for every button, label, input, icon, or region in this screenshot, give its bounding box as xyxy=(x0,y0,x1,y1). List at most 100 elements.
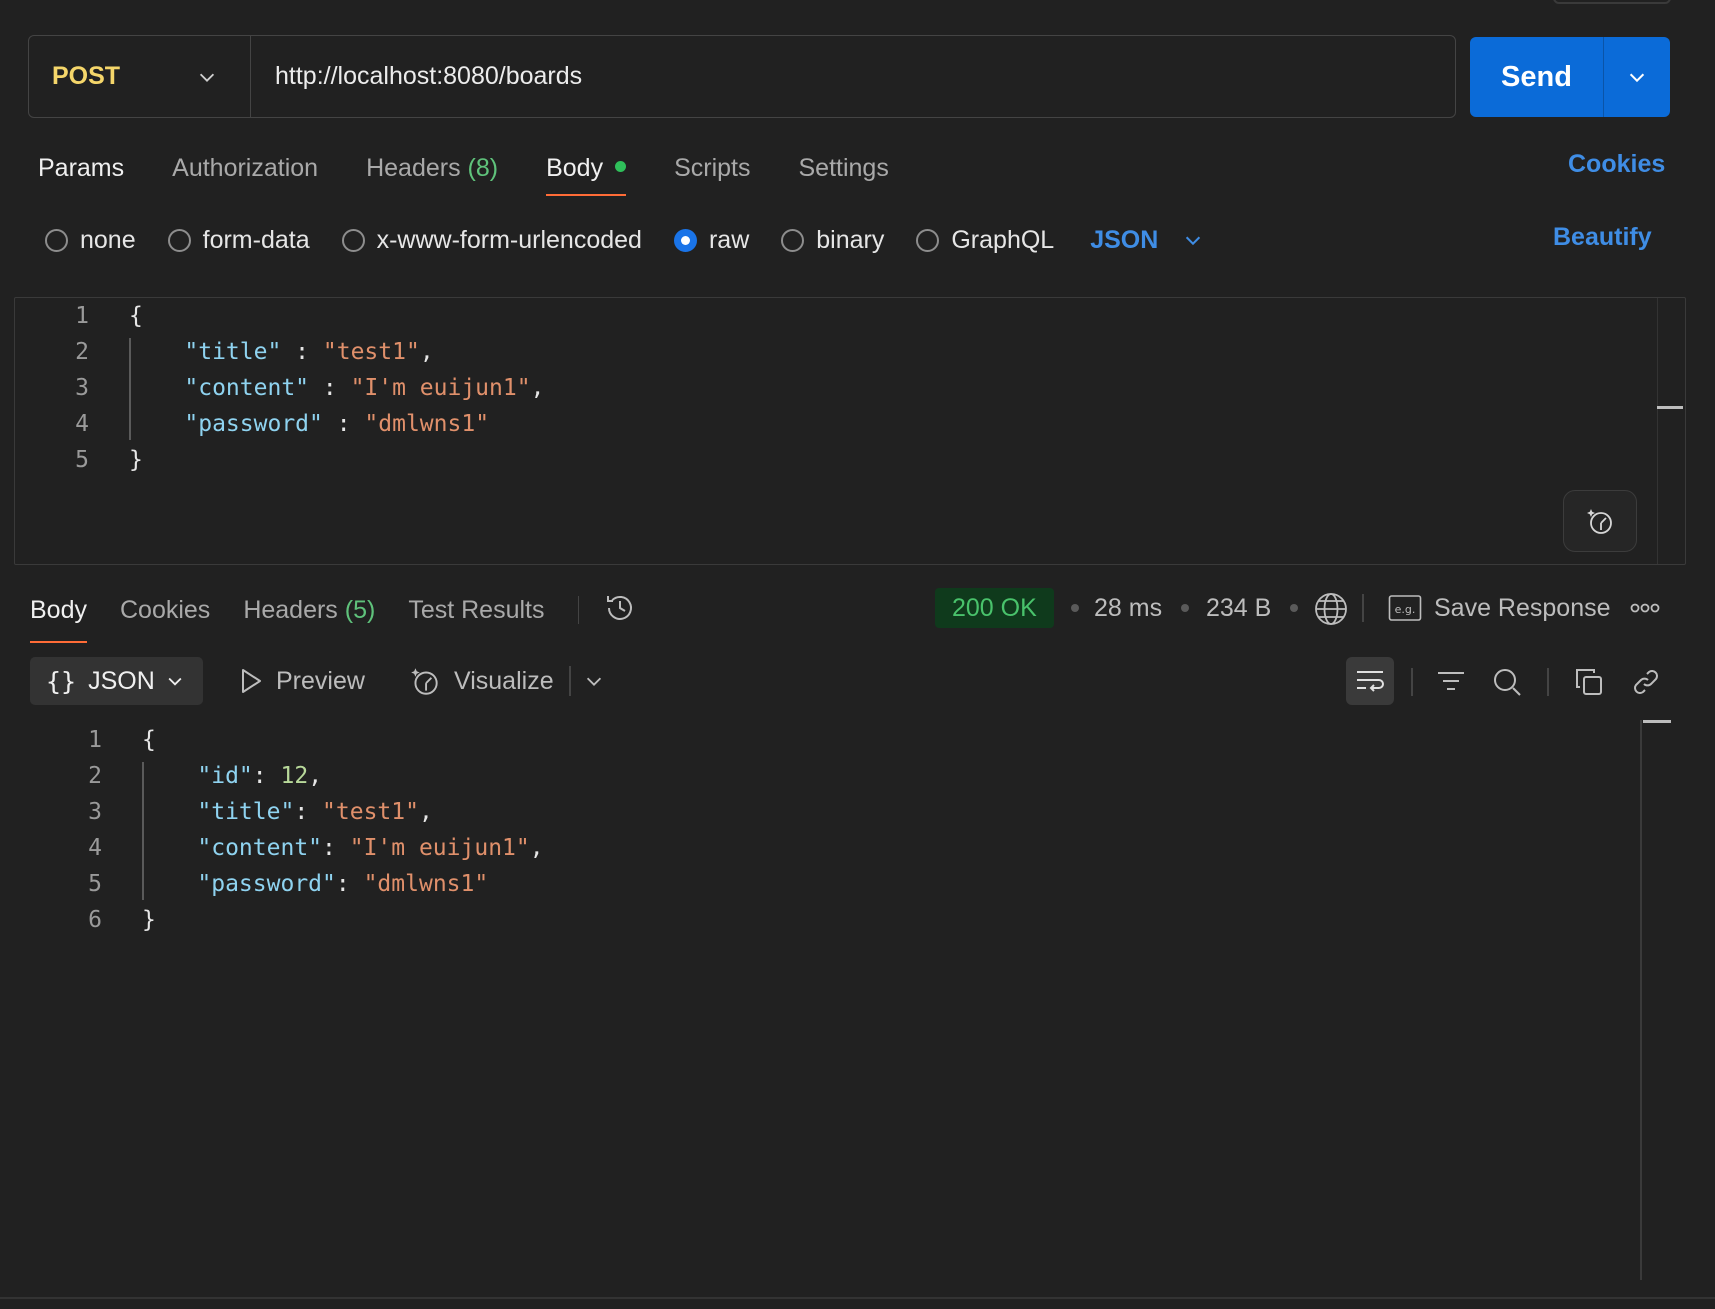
tab-scripts[interactable]: Scripts xyxy=(674,148,750,200)
tab-headers[interactable]: Headers (8) xyxy=(366,148,498,200)
radio-raw[interactable]: raw xyxy=(673,225,750,255)
body-modified-dot xyxy=(615,160,627,172)
ai-assist-button[interactable] xyxy=(1563,490,1637,552)
link-button[interactable] xyxy=(1625,660,1667,704)
more-options-button[interactable] xyxy=(1630,598,1660,623)
indent-guide xyxy=(129,338,131,440)
chevron-down-icon xyxy=(1629,73,1645,83)
radio-none-label: none xyxy=(80,225,136,254)
json-comma: , xyxy=(529,835,544,861)
radio-urlencoded[interactable]: x-www-form-urlencoded xyxy=(341,225,642,255)
json-key: "title" xyxy=(184,339,282,365)
tab-authorization[interactable]: Authorization xyxy=(172,148,318,200)
code-text: "id": 12, xyxy=(102,758,322,794)
radio-urlencoded-label: x-www-form-urlencoded xyxy=(376,225,642,254)
headers-count: (8) xyxy=(467,154,499,182)
network-info-button[interactable] xyxy=(1313,591,1349,632)
format-label: JSON xyxy=(88,666,155,695)
resp-headers-count: (5) xyxy=(344,595,376,624)
radio-circle xyxy=(341,228,365,252)
radio-circle xyxy=(916,228,940,252)
meta-bullet xyxy=(1181,604,1189,612)
tab-headers-label: Headers xyxy=(366,154,461,182)
chevron-down-icon xyxy=(168,677,182,686)
language-select[interactable]: JSON xyxy=(1090,226,1204,255)
copy-button[interactable] xyxy=(1568,660,1610,704)
radio-binary-label: binary xyxy=(816,225,885,254)
json-key: "password" xyxy=(197,871,336,897)
code-text: "password" : "dmlwns1" xyxy=(89,406,489,442)
code-line: 6 } xyxy=(14,902,1686,938)
wrap-lines-button[interactable] xyxy=(1346,657,1394,705)
history-button[interactable] xyxy=(603,591,637,630)
visualize-options-button[interactable] xyxy=(583,670,605,697)
wrap-lines-icon xyxy=(1357,671,1384,692)
line-number: 5 xyxy=(88,871,102,897)
radio-graphql-label: GraphQL xyxy=(951,225,1055,254)
response-body-viewer[interactable]: 1 { 2 "id": 12, 3 "title": "test1", 4 "c… xyxy=(14,722,1686,938)
radio-graphql[interactable]: GraphQL xyxy=(916,226,1054,255)
resp-tab-test-results[interactable]: Test Results xyxy=(408,596,544,625)
json-value: "I'm euijun1" xyxy=(350,375,531,401)
tab-params[interactable]: Params xyxy=(38,148,124,200)
resp-tab-cookies[interactable]: Cookies xyxy=(120,596,210,625)
send-button-group: Send xyxy=(1470,37,1670,117)
link-icon xyxy=(1634,670,1658,694)
json-sep: : xyxy=(309,375,351,401)
radio-circle xyxy=(45,228,68,252)
request-tabs: Params Authorization Headers (8) Body Sc… xyxy=(38,148,937,204)
save-response-button[interactable]: e.g. Save Response xyxy=(1388,588,1611,628)
visualize-label: Visualize xyxy=(454,666,554,695)
json-key: "content" xyxy=(184,375,310,401)
indent-guide xyxy=(142,762,144,900)
radio-form-data[interactable]: form-data xyxy=(167,225,310,255)
save-response-icon: e.g. xyxy=(1388,595,1422,621)
json-key: "password" xyxy=(184,411,323,437)
json-sep: : xyxy=(252,763,281,789)
code-line: 3 "title": "test1", xyxy=(14,794,1686,830)
json-sep: : xyxy=(281,339,323,365)
meta-bullet xyxy=(1290,604,1298,612)
response-format-select[interactable]: {} JSON xyxy=(30,657,203,705)
request-body-editor[interactable]: 1 { 2 "title" : "test1", 3 "content" : "… xyxy=(14,297,1686,565)
radio-form-data-label: form-data xyxy=(202,225,310,254)
radio-raw-label: raw xyxy=(708,225,750,254)
send-button[interactable]: Send xyxy=(1470,37,1604,117)
visualize-button[interactable]: Visualize xyxy=(408,660,554,702)
resp-tab-body[interactable]: Body xyxy=(30,596,87,643)
preview-button[interactable]: Preview xyxy=(238,660,365,702)
resp-tab-headers[interactable]: Headers (5) xyxy=(243,596,375,625)
json-comma: , xyxy=(308,763,323,789)
editor-scroll-thumb[interactable] xyxy=(1657,406,1683,409)
tab-body[interactable]: Body xyxy=(546,148,627,200)
tab-settings[interactable]: Settings xyxy=(798,148,888,200)
request-code: 1 { 2 "title" : "test1", 3 "content" : "… xyxy=(15,298,1685,478)
radio-binary[interactable]: binary xyxy=(781,226,884,255)
tab-settings-label: Settings xyxy=(798,154,889,182)
json-comma: , xyxy=(418,799,433,825)
send-options-button[interactable] xyxy=(1604,37,1670,117)
search-button[interactable] xyxy=(1486,660,1528,704)
meta-bullet xyxy=(1071,604,1079,612)
chevron-down-icon xyxy=(199,73,215,82)
line-number: 2 xyxy=(88,763,102,789)
response-scrollbar[interactable] xyxy=(1640,720,1642,1280)
beautify-button[interactable]: Beautify xyxy=(1553,223,1652,252)
filter-button[interactable] xyxy=(1430,660,1472,704)
editor-scrollbar[interactable] xyxy=(1657,298,1685,564)
url-input[interactable] xyxy=(251,62,1455,91)
method-select[interactable]: POST xyxy=(29,36,251,117)
code-text: "title" : "test1", xyxy=(89,334,433,370)
radio-circle-checked xyxy=(673,228,697,252)
json-value: "I'm euijun1" xyxy=(349,835,530,861)
radio-circle xyxy=(167,228,191,252)
status-badge: 200 OK xyxy=(935,588,1054,628)
response-scroll-thumb[interactable] xyxy=(1643,720,1671,723)
chevron-down-icon xyxy=(1186,236,1201,246)
resp-tab-headers-label: Headers xyxy=(243,595,338,624)
divider xyxy=(1362,594,1364,622)
cookies-link[interactable]: Cookies xyxy=(1568,150,1665,179)
code-line: 5 } xyxy=(15,442,1685,478)
json-value: "test1" xyxy=(322,799,419,825)
radio-none[interactable]: none xyxy=(45,226,136,255)
